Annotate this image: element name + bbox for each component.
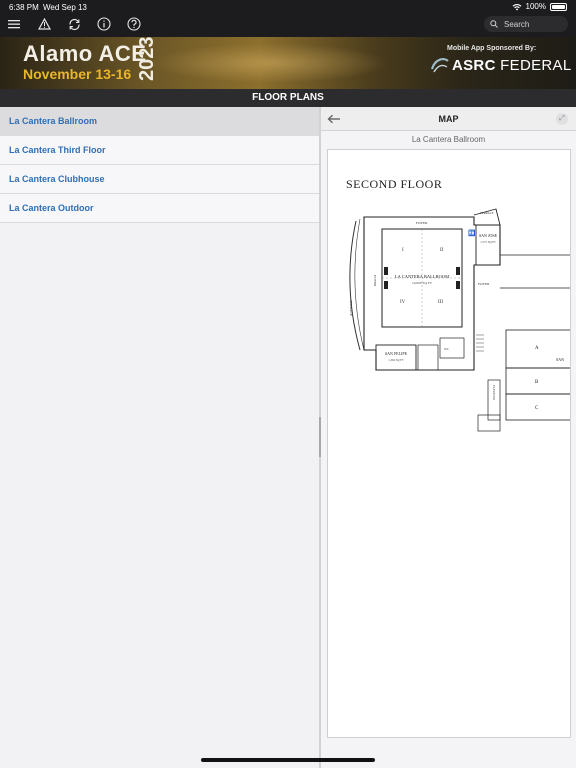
map-pane: MAP ⤢ La Cantera Ballroom SECOND FLOOR T… (321, 107, 576, 768)
wc-label: WC (444, 347, 449, 351)
expand-icon[interactable]: ⤢ (556, 113, 568, 125)
list-item-la-cantera-clubhouse[interactable]: La Cantera Clubhouse (0, 165, 319, 194)
search-input[interactable]: Search (484, 16, 568, 32)
terrace-label-left: TERRACE (349, 300, 353, 316)
foyer-label-left: FOYER (373, 275, 377, 287)
ballroom-name: LA CANTERA BALLROOM (395, 274, 449, 279)
battery-percent: 100% (525, 2, 546, 11)
ballroom-size: 10,000 SQ FT (412, 281, 433, 286)
logo-name: FEDERAL (500, 56, 572, 74)
wifi-icon (512, 3, 521, 10)
san-jose-name: SAN JOSE (479, 233, 498, 238)
ballroom-section-ii: II (440, 248, 444, 253)
status-time: 6:38 PM (9, 3, 39, 12)
restroom-icon-top: 🚻 (468, 229, 476, 237)
room-a: A (535, 346, 539, 351)
floor-plan-image[interactable]: SECOND FLOOR TERRACE FOYER I II IV III L… (327, 149, 571, 738)
map-subtitle: La Cantera Ballroom (411, 135, 486, 144)
floor-plans-header: FLOOR PLANS (0, 89, 576, 107)
menu-icon[interactable] (6, 16, 22, 32)
swoosh-icon (430, 58, 449, 73)
home-indicator (201, 758, 375, 762)
help-icon[interactable] (126, 16, 142, 32)
foyer-label-right: FOYER (478, 282, 490, 286)
ballroom-section-i: I (402, 248, 404, 253)
toolbar: Search (0, 14, 576, 36)
floor-title: SECOND FLOOR (346, 177, 443, 191)
status-date: Wed Sep 13 (43, 3, 87, 12)
map-title: MAP (438, 114, 459, 124)
status-right: 100% (512, 2, 567, 11)
san-felipe-size: 1,394 SQ FT (388, 358, 404, 363)
sponsor-text: Mobile App Sponsored By: (447, 45, 537, 52)
sponsor-logo: ASRC FEDERAL (430, 55, 571, 75)
ballroom-section-iv: IV (400, 300, 406, 305)
refresh-icon[interactable] (66, 16, 82, 32)
event-banner: Alamo ACE November 13-16 2023 Mobile App… (0, 37, 576, 89)
list-item-la-cantera-third-floor[interactable]: La Cantera Third Floor (0, 136, 319, 165)
list-item-la-cantera-outdoor[interactable]: La Cantera Outdoor (0, 194, 319, 223)
list-item-la-cantera-ballroom[interactable]: La Cantera Ballroom (0, 107, 319, 136)
room-b: B (535, 380, 539, 385)
terrace-label-right: TERRACE (480, 211, 494, 215)
floor-plan-drawing: TERRACE FOYER I II IV III LA CANTERA BAL… (349, 208, 570, 432)
room-san: SAN (556, 357, 564, 362)
event-title: Alamo ACE (23, 41, 147, 66)
battery-icon (550, 2, 567, 11)
event-dates: November 13-16 (23, 66, 132, 82)
logo-brand: ASRC (452, 56, 496, 74)
status-bar: 6:38 PM Wed Sep 13 100% (0, 0, 576, 14)
alert-icon[interactable] (36, 16, 52, 32)
ballroom-section-iii: III (438, 300, 443, 305)
room-c: C (535, 406, 539, 411)
san-jose-size: 1,575 SQ FT (480, 240, 496, 245)
floor-plan-list: La Cantera Ballroom La Cantera Third Flo… (0, 107, 319, 768)
map-header: MAP ⤢ (321, 107, 576, 131)
elevator-label: ELEVATOR (492, 385, 496, 400)
san-felipe-name: SAN FELIPE (385, 351, 408, 356)
event-year: 2023 (136, 37, 158, 81)
search-icon (490, 20, 498, 28)
info-icon[interactable] (96, 16, 112, 32)
foyer-label-top: FOYER (416, 221, 428, 225)
search-placeholder: Search (504, 19, 530, 29)
banner-glow (150, 43, 390, 83)
